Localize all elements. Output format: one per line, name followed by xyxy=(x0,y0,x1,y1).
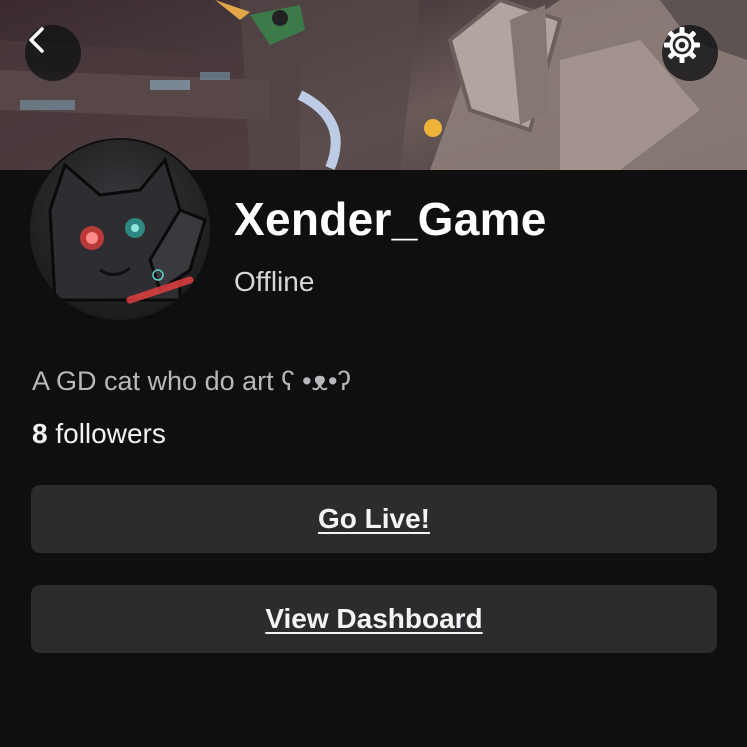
profile-bio: A GD cat who do art ʕ •ᴥ•ʔ xyxy=(32,366,351,396)
gear-icon xyxy=(664,27,700,63)
go-live-label: Go Live! xyxy=(317,503,430,534)
view-dashboard-button[interactable]: View Dashboard xyxy=(31,585,717,653)
followers-label: followers xyxy=(55,418,166,449)
view-dashboard-label: View Dashboard xyxy=(265,603,483,634)
settings-button[interactable] xyxy=(662,25,718,81)
go-live-button[interactable]: Go Live! xyxy=(31,485,717,553)
chevron-left-icon xyxy=(29,27,44,53)
cat-avatar-image xyxy=(48,156,207,304)
profile-username: Xender_Game xyxy=(234,193,547,245)
followers-number: 8 xyxy=(32,418,48,449)
profile-status: Offline xyxy=(234,266,315,297)
back-button[interactable] xyxy=(25,25,81,81)
followers-count[interactable]: 8 followers xyxy=(32,418,166,450)
profile-page: Xender_Game Offline A GD cat who do art … xyxy=(0,0,747,747)
avatar[interactable] xyxy=(30,140,210,320)
